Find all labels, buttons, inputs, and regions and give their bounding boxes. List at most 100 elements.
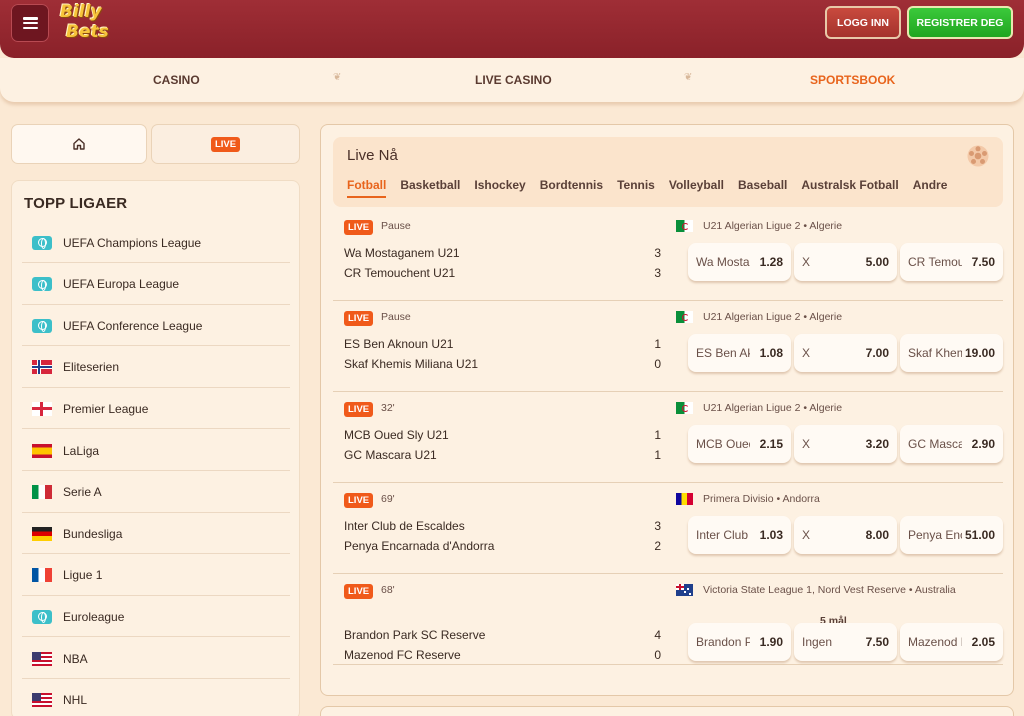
league-item[interactable]: Ligue 1 [22,556,290,596]
sport-tab[interactable]: Volleyball [669,178,724,198]
home-score: 4 [654,628,661,642]
germany-flag-icon [32,526,52,541]
league-label: UEFA Europa League [63,277,180,292]
live-now-panel: Live Nå Fotball Basketball Ishockey Bordten… [320,124,1014,696]
league-item[interactable]: NBA [22,639,290,679]
live-match-row[interactable]: LIVE Pause ES Ben Aknoun U21 1 Skaf Khemis M… [333,301,1003,392]
odds-button[interactable]: X 7.00 [794,334,897,372]
odds-value: 7.50 [971,255,995,269]
live-now-header: Live Nå Fotball Basketball Ishockey Bordten… [333,137,1003,207]
sport-tab[interactable]: Tennis [617,178,655,198]
league-item[interactable]: Serie A [22,473,290,513]
odds-button[interactable]: ES Ben Aknoun U21 1.08 [688,334,791,372]
match-status: Pause [381,311,411,323]
next-panel-edge [320,706,1014,716]
away-team-name: Skaf Khemis Miliana U21 [344,357,479,371]
odds-button[interactable]: Inter Club de Escaldes 1.03 [688,516,791,554]
competition-label: Primera Divisio • Andorra [703,493,820,505]
algeria-flag-icon [676,220,693,232]
sport-tab[interactable]: Andre [913,178,948,198]
odds-button[interactable]: Skaf Khemis Miliana U2119.00 [900,334,1003,372]
sport-tabs: Fotball Basketball Ishockey Bordtennis Tenni… [347,178,961,198]
sport-tab[interactable]: Baseball [738,178,787,198]
odds-button[interactable]: Ingen 7.50 [794,623,897,661]
league-label: NBA [63,651,88,666]
sport-tab[interactable]: Ishockey [474,178,525,198]
odds-label: Inter Club de Escaldes [696,528,750,542]
live-match-row[interactable]: LIVE 69' Inter Club de Escaldes 3 Penya Enca… [333,483,1003,574]
odds-label: Ingen [802,635,833,649]
live-badge: LIVE [344,311,374,326]
odds-button[interactable]: Mazenod FC Reserve 2.05 [900,623,1003,661]
norway-flag-icon [32,360,52,375]
league-label: Serie A [63,485,102,500]
odds-button[interactable]: X 5.00 [794,243,897,281]
billybets-logo[interactable]: Billy Bets [58,2,109,44]
live-button[interactable]: LIVE [151,124,300,164]
algeria-flag-icon [676,402,693,414]
league-item[interactable]: UEFA Europa League [22,265,290,305]
odds-button[interactable]: Wa Mostaganem U21 1.28 [688,243,791,281]
home-button[interactable] [11,124,147,164]
odds-button[interactable]: X 3.20 [794,425,897,463]
odds-value: 2.15 [759,437,783,451]
odds-button[interactable]: Penya Encarnada d'Andorra51.00 [900,516,1003,554]
sport-tab[interactable]: Fotball [347,178,387,198]
odds-label: ES Ben Aknoun U21 [696,346,750,360]
login-button[interactable]: LOGG INN [825,6,901,39]
odds-button[interactable]: Brandon Park SC Reserve 1.90 [688,623,791,661]
odds-label: Penya Encarnada d'Andorra [908,528,962,542]
live-match-row[interactable]: LIVE 32' MCB Oued Sly U21 1 GC Mascara U21 1 U… [333,392,1003,483]
league-item[interactable]: Bundesliga [22,514,290,555]
league-item[interactable]: Euroleague [22,597,290,638]
league-label: Ligue 1 [63,568,103,583]
competition-info: U21 Algerian Ligue 2 • Algerie [676,311,842,323]
live-badge: LIVE [344,220,374,235]
hamburger-icon [22,17,38,29]
live-match-row[interactable]: LIVE 68' Brandon Park SC Reserve 4 Mazenod F… [333,574,1003,665]
odds-button[interactable]: GC Mascara U21 2.90 [900,425,1003,463]
league-item[interactable]: UEFA Champions League [22,223,290,263]
league-item[interactable]: NHL [22,681,290,716]
odds-label: MCB Oued Sly U21 [696,437,750,451]
odds-value: 7.00 [865,346,889,360]
hamburger-menu-button[interactable] [11,4,49,42]
sport-tab[interactable]: Bordtennis [540,178,603,198]
australia-flag-icon [676,584,693,596]
top-header: Billy Bets LOGG INN REGISTRER DEG [0,0,1024,58]
live-badge: LIVE [344,402,374,417]
spain-flag-icon [32,443,52,458]
register-button[interactable]: REGISTRER DEG [907,6,1013,39]
home-team-name: ES Ben Aknoun U21 [344,337,454,351]
sport-tab[interactable]: Basketball [400,178,460,198]
competition-info: Victoria State League 1, Nord Vest Reser… [676,584,956,596]
logo-text-billy: Billy [60,2,102,22]
odds-button[interactable]: CR Temouchent U21 7.50 [900,243,1003,281]
league-item[interactable]: LaLiga [22,431,290,471]
league-item[interactable]: Eliteserien [22,348,290,388]
league-label: Premier League [63,401,149,416]
live-badge: LIVE [344,493,374,508]
sport-tab[interactable]: Australsk Fotball [801,178,898,198]
algeria-flag-icon [676,311,693,323]
odds-label: GC Mascara U21 [908,437,962,451]
nav-casino[interactable]: CASINO [153,73,200,87]
odds-button[interactable]: MCB Oued Sly U21 2.15 [688,425,791,463]
live-match-row[interactable]: LIVE Pause Wa Mostaganem U21 3 CR Temouchent… [333,210,1003,301]
football-icon[interactable] [966,144,990,168]
league-label: Eliteserien [63,360,120,375]
odds-value: 19.00 [964,346,995,360]
nav-sportsbook[interactable]: SPORTSBOOK [810,73,895,87]
competition-label: U21 Algerian Ligue 2 • Algerie [703,311,843,323]
odds-value: 8.00 [865,528,889,542]
home-score: 3 [654,246,661,260]
odds-button[interactable]: X 8.00 [794,516,897,554]
match-status: Pause [381,220,411,232]
odds-label: X [802,528,811,542]
away-team-name: CR Temouchent U21 [344,266,456,280]
competition-label: U21 Algerian Ligue 2 • Algerie [703,220,843,232]
top-leagues-title: TOPP LIGAER [24,195,128,212]
league-item[interactable]: Premier League [22,389,290,430]
league-item[interactable]: UEFA Conference League [22,306,290,347]
nav-live-casino[interactable]: LIVE CASINO [475,73,552,87]
